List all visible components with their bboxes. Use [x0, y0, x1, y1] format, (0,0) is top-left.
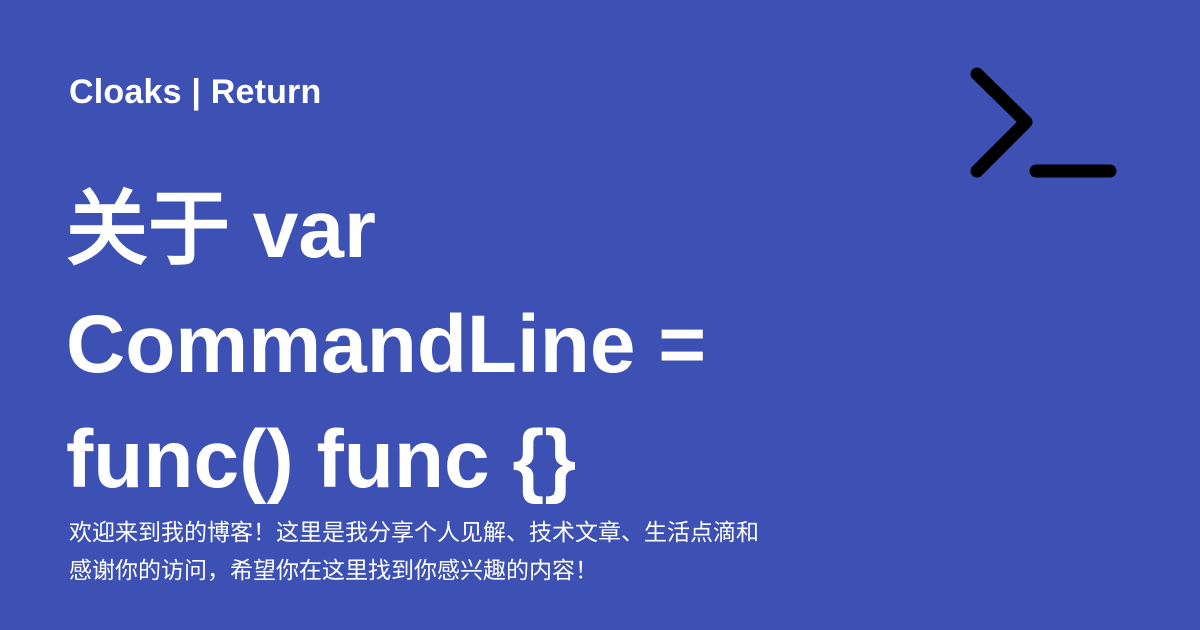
- post-title-line: CommandLine =: [66, 299, 707, 390]
- description-line: 欢迎来到我的博客！这里是我分享个人见解、技术文章、生活点滴和: [69, 520, 759, 546]
- site-description: 欢迎来到我的博客！这里是我分享个人见解、技术文章、生活点滴和 感谢你的访问，希望…: [69, 514, 899, 594]
- post-title: 关于 var CommandLine = func() func {}: [66, 172, 946, 517]
- site-title: Cloaks | Return: [69, 73, 322, 111]
- post-title-line: func() func {}: [66, 414, 577, 505]
- description-line: 感谢你的访问，希望你在这里找到你感兴趣的内容！: [69, 558, 598, 584]
- post-title-line: 关于 var: [66, 184, 376, 275]
- terminal-prompt-icon: [970, 67, 1117, 178]
